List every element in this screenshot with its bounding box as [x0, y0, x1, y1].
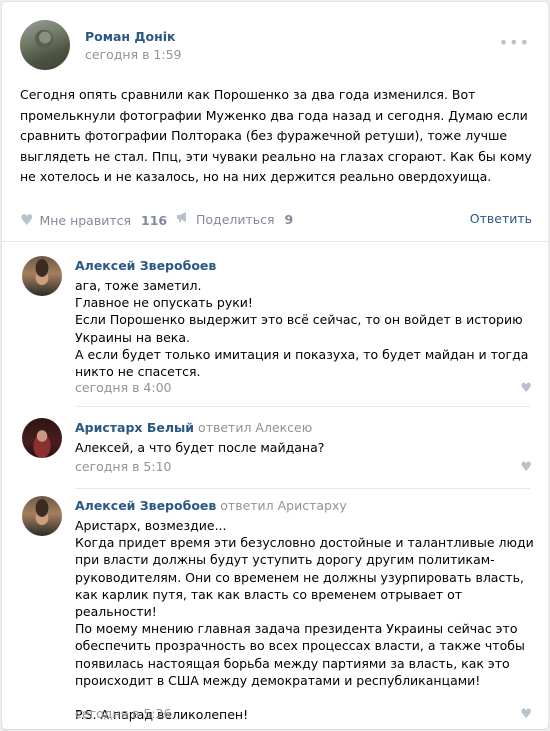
megaphone-icon	[176, 211, 190, 227]
heart-icon[interactable]: ♥	[520, 381, 532, 396]
like-label: Мне нравится	[39, 212, 132, 228]
reply-to-label[interactable]: ответил Аристарху	[220, 498, 347, 513]
comment-line: По моему мнению главная задача президент…	[75, 621, 525, 688]
comment-line: Алексей, а что будет после майдана?	[75, 440, 325, 455]
heart-icon[interactable]: ♥	[520, 460, 532, 475]
reply-link[interactable]: Ответить	[470, 211, 532, 226]
divider	[75, 406, 530, 407]
commenter-avatar[interactable]	[22, 256, 62, 296]
comment-header: Алексей Зверобоев ответил Аристарху	[75, 498, 347, 513]
comment-author[interactable]: Алексей Зверобоев	[75, 258, 216, 273]
post-card: Роман Донік сегодня в 1:59 ••• Сегодня о…	[2, 2, 548, 729]
share-count: 9	[284, 211, 294, 227]
like-button[interactable]: ♥ Мне нравится 116	[20, 211, 167, 229]
divider	[2, 241, 548, 242]
comment: Аристарх Белый ответил Алексею Алексей, …	[22, 418, 534, 478]
heart-icon: ♥	[20, 211, 34, 229]
comment-line: ага, тоже заметил.	[75, 278, 202, 293]
comment-line: Когда придет время эти безусловно достой…	[75, 535, 534, 620]
comment-line: Аристарх, возмездие...	[75, 518, 227, 533]
post-date[interactable]: сегодня в 1:59	[85, 47, 182, 62]
comment-date[interactable]: сегодня в 5:26	[75, 706, 172, 721]
heart-icon[interactable]: ♥	[520, 707, 532, 722]
post-author-name[interactable]: Роман Донік	[85, 29, 176, 44]
commenter-avatar[interactable]	[22, 496, 62, 536]
post-header: Роман Донік сегодня в 1:59 •••	[20, 20, 530, 72]
like-count: 116	[141, 212, 168, 228]
post-text: Сегодня опять сравнили как Порошенко за …	[20, 87, 532, 184]
reply-to-label[interactable]: ответил Алексею	[198, 420, 312, 435]
comment-text: Аристарх, возмездие... Когда придет врем…	[75, 517, 535, 723]
comment-date[interactable]: сегодня в 4:00	[75, 380, 172, 395]
commenter-avatar[interactable]	[22, 418, 62, 458]
author-avatar[interactable]	[20, 20, 70, 70]
comment: Алексей Зверобоев ответил Аристарху Арис…	[22, 496, 534, 726]
share-button[interactable]: Поделиться 9	[176, 211, 293, 227]
comment-text: Алексей, а что будет после майдана?	[75, 439, 535, 456]
comment-line: А если будет только имитация и показуха,…	[75, 346, 529, 380]
comment-author[interactable]: Аристарх Белый	[75, 420, 194, 435]
comment-line: Если Порошенко выдержит это всё сейчас, …	[75, 312, 523, 345]
comment-date[interactable]: сегодня в 5:10	[75, 459, 172, 474]
comment: Алексей Зверобоев ага, тоже заметил. Гла…	[22, 256, 534, 398]
comment-header: Алексей Зверобоев	[75, 258, 216, 273]
comment-header: Аристарх Белый ответил Алексею	[75, 420, 312, 435]
more-dots-icon[interactable]: •••	[499, 33, 530, 52]
comment-line	[75, 689, 535, 706]
divider	[75, 488, 530, 489]
post-actions: ♥ Мне нравится 116 Поделиться 9 Ответить	[20, 211, 532, 231]
comment-author[interactable]: Алексей Зверобоев	[75, 498, 216, 513]
comment-line: Главное не опускать руки!	[75, 295, 253, 311]
share-label: Поделиться	[196, 211, 275, 227]
comment-text: ага, тоже заметил. Главное не опускать р…	[75, 277, 535, 380]
